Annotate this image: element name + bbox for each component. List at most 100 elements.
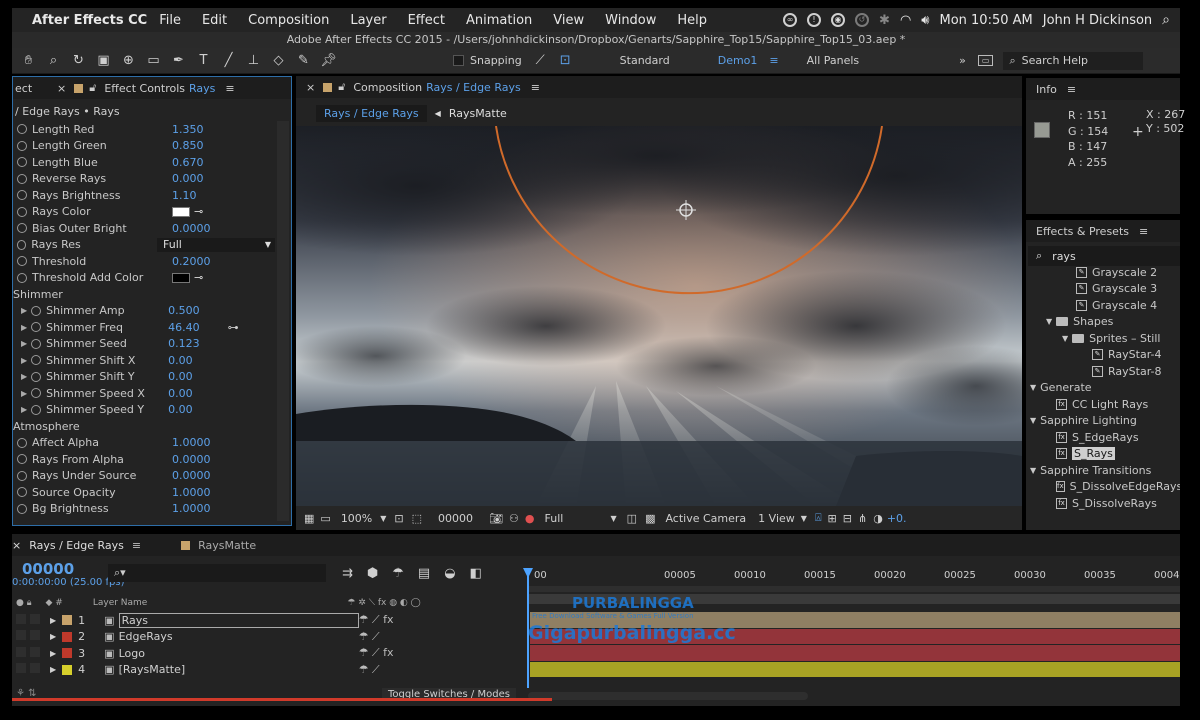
stopwatch-icon[interactable] xyxy=(17,223,27,234)
prop-value[interactable]: 0.000 xyxy=(172,172,204,185)
monitor-icon[interactable]: ▭ xyxy=(320,512,330,525)
expand-arrow-icon[interactable]: ▶ xyxy=(21,356,27,365)
type-tool-icon[interactable]: T xyxy=(193,53,214,69)
menu-effect[interactable]: Effect xyxy=(408,13,445,28)
workspace-overflow-icon[interactable]: » xyxy=(959,54,966,67)
layer-duration-bar[interactable] xyxy=(530,645,1180,662)
effect-prop-shimmer-amp[interactable]: ▶ Shimmer Amp 0.500 xyxy=(13,303,275,320)
disclosure-arrow-icon[interactable]: ▼ xyxy=(1046,317,1052,326)
effect-prop-shimmer-freq[interactable]: ▶ Shimmer Freq 46.40 ⊶ xyxy=(13,319,275,336)
flowchart-icon[interactable]: ⍓ xyxy=(815,511,822,525)
clone-stamp-tool-icon[interactable]: ⊥ xyxy=(243,53,264,69)
clock[interactable]: Mon 10:50 AM xyxy=(939,13,1032,28)
prop-value[interactable]: 1.350 xyxy=(172,123,204,136)
alert-icon[interactable]: ! xyxy=(807,13,822,27)
effect-prop-length-red[interactable]: Length Red 1.350 xyxy=(13,121,275,138)
workspace-menu-icon[interactable]: ≡ xyxy=(769,54,778,67)
av-switches[interactable] xyxy=(12,646,48,660)
prop-value[interactable]: 1.10 xyxy=(172,189,197,202)
layer-expand-icon[interactable]: ▶ xyxy=(50,649,56,658)
snapping-checkbox[interactable] xyxy=(453,55,464,66)
expand-arrow-icon[interactable]: ▶ xyxy=(21,389,27,398)
expand-arrow-icon[interactable]: ▶ xyxy=(21,339,27,348)
layer-expand-icon[interactable]: ▶ xyxy=(50,616,56,625)
camera-view-dropdown[interactable]: Active Camera xyxy=(665,512,746,525)
effect-prop-source-opacity[interactable]: Source Opacity 1.0000 xyxy=(13,484,275,501)
effect-prop-shimmer-speed-y[interactable]: ▶ Shimmer Speed Y 0.00 xyxy=(13,402,275,419)
time-ruler[interactable]: 00 00005 00010 00015 00020 00025 00030 00035 000… xyxy=(528,570,1180,592)
menu-animation[interactable]: Animation xyxy=(466,13,532,28)
pen-tool-icon[interactable]: ✒︎ xyxy=(168,53,189,69)
prop-value[interactable]: 0.123 xyxy=(168,337,200,350)
always-preview-icon[interactable]: ▦ xyxy=(304,512,314,525)
stopwatch-icon[interactable] xyxy=(17,503,27,514)
stopwatch-icon[interactable] xyxy=(17,140,27,151)
prop-value[interactable]: 0.00 xyxy=(168,354,193,367)
prop-value[interactable]: 1.0000 xyxy=(172,436,211,449)
stopwatch-icon[interactable] xyxy=(31,388,42,399)
pan-behind-tool-icon[interactable]: ⊕ xyxy=(118,53,139,69)
menu-help[interactable]: Help xyxy=(677,13,707,28)
creative-cloud-icon[interactable]: ∞ xyxy=(783,13,798,27)
zoom-dropdown[interactable]: 100% xyxy=(341,512,372,525)
fx-item-sapphire-transitions[interactable]: ▼ Sapphire Transitions xyxy=(1026,462,1180,479)
color-swatch[interactable] xyxy=(172,207,190,218)
prop-value[interactable]: 1.0000 xyxy=(172,486,211,499)
layer-duration-bar[interactable] xyxy=(530,661,1180,678)
sync-settings-icon[interactable]: ▭ xyxy=(977,55,994,66)
comp-mini-flowchart-icon[interactable]: ⇉ xyxy=(342,566,353,581)
disclosure-arrow-icon[interactable]: ▼ xyxy=(1062,334,1068,343)
expand-arrow-icon[interactable]: ▶ xyxy=(21,306,27,315)
stopwatch-icon[interactable] xyxy=(17,454,27,465)
comp-lock-icon[interactable]: 🔓︎ xyxy=(338,80,345,94)
fx-item-generate[interactable]: ▼ Generate xyxy=(1026,380,1180,397)
effect-group-header[interactable]: Atmosphere xyxy=(13,418,275,435)
effect-prop-rays-brightness[interactable]: Rays Brightness 1.10 xyxy=(13,187,275,204)
fx-item-s-dissolverays[interactable]: fx S_DissolveRays xyxy=(1026,495,1180,512)
timeline-search-field[interactable]: ⌕▾ xyxy=(108,564,326,582)
hand-tool-icon[interactable]: ✋︎ xyxy=(18,53,39,69)
layer-name[interactable]: Logo xyxy=(119,647,359,660)
show-snapshot-icon[interactable]: ⚇ xyxy=(509,512,519,525)
prop-value[interactable]: 0.00 xyxy=(168,387,193,400)
layer-label-color[interactable] xyxy=(62,664,73,675)
stopwatch-icon[interactable] xyxy=(31,371,42,382)
zoom-tool-icon[interactable]: ⌕ xyxy=(43,53,64,69)
stopwatch-icon[interactable] xyxy=(17,437,27,448)
layer-label-color[interactable] xyxy=(62,615,73,626)
effect-controls-layer[interactable]: Rays xyxy=(189,82,215,95)
effects-presets-menu-icon[interactable]: ≡ xyxy=(1139,225,1148,238)
brush-tool-icon[interactable]: ╱ xyxy=(218,53,239,69)
layer-label-color[interactable] xyxy=(62,631,73,642)
prop-value[interactable]: 0.00 xyxy=(168,403,193,416)
composition-tab-name[interactable]: Rays / Edge Rays xyxy=(426,81,521,94)
effect-prop-shimmer-shift-y[interactable]: ▶ Shimmer Shift Y 0.00 xyxy=(13,369,275,386)
effects-presets-title[interactable]: Effects & Presets xyxy=(1036,225,1129,238)
disclosure-arrow-icon[interactable]: ▼ xyxy=(1030,466,1036,475)
timeline-layer-row[interactable]: ▶ 2 ▣ EdgeRays ☂︎ ⟋ xyxy=(12,629,526,646)
workspace-demo1[interactable]: Demo1 xyxy=(718,54,758,67)
stopwatch-icon[interactable] xyxy=(17,256,27,267)
timeline-tab-rays-edge[interactable]: Rays / Edge Rays xyxy=(29,539,124,552)
layer-duration-bar[interactable] xyxy=(530,628,1180,645)
fx-item-shapes[interactable]: ▼ Shapes xyxy=(1026,314,1180,331)
panel-menu-icon[interactable]: ≡ xyxy=(225,82,234,95)
graph-editor-icon[interactable]: ◧ xyxy=(470,566,482,581)
prop-value[interactable]: 0.0000 xyxy=(172,469,211,482)
timeline-icon[interactable]: ⊟ xyxy=(843,512,852,525)
menu-window[interactable]: Window xyxy=(605,13,656,28)
fx-item-sprites-still[interactable]: ▼ Sprites – Still xyxy=(1026,330,1180,347)
time-ruler-track[interactable] xyxy=(528,586,1180,592)
layer-name[interactable]: EdgeRays xyxy=(119,630,359,643)
composition-viewer[interactable] xyxy=(296,126,1022,506)
hierarchy-icon[interactable]: ⋔ xyxy=(858,512,867,525)
expand-arrow-icon[interactable]: ▶ xyxy=(21,323,27,332)
stopwatch-icon[interactable] xyxy=(31,305,42,316)
fx-item-grayscale-4[interactable]: ✎ Grayscale 4 xyxy=(1026,297,1180,314)
stopwatch-icon[interactable] xyxy=(17,470,27,481)
timeline-layer-row[interactable]: ▶ 1 ▣ Rays ☂︎ ⟋ fx xyxy=(12,612,526,629)
prop-value[interactable]: 0.0000 xyxy=(172,222,211,235)
menu-composition[interactable]: Composition xyxy=(248,13,329,28)
user-name[interactable]: John H Dickinson xyxy=(1043,13,1152,28)
transparency-grid-icon[interactable]: ⬚ xyxy=(412,512,422,525)
